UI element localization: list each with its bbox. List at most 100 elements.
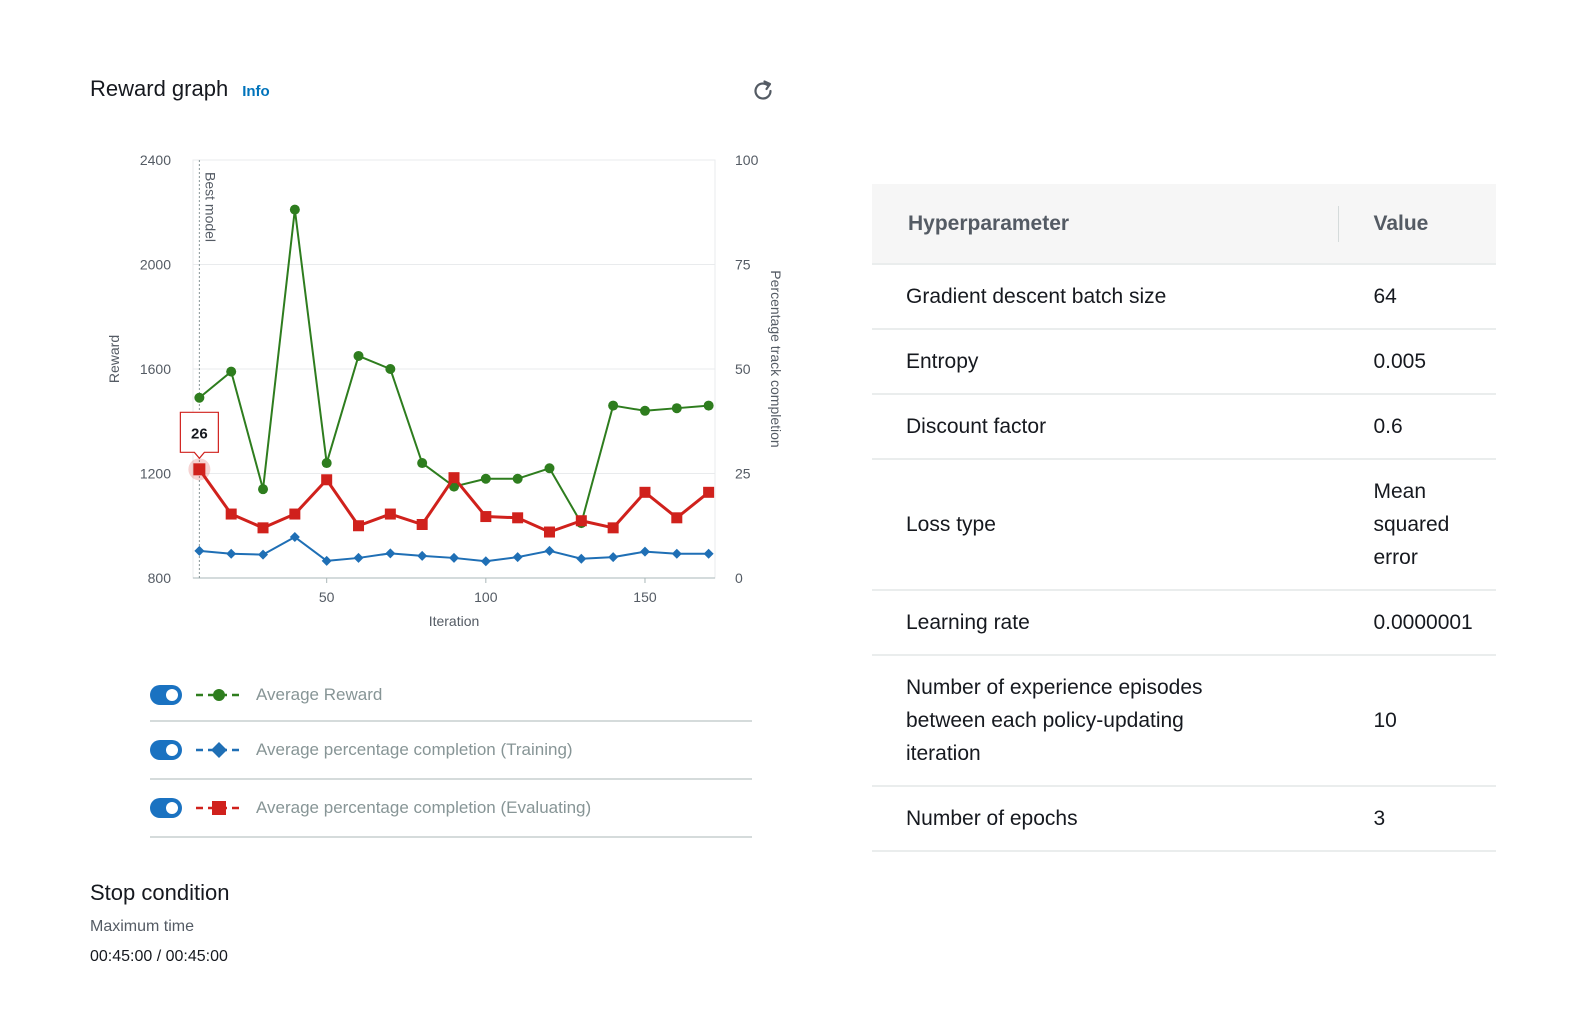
panel-title: Reward graph [90, 76, 229, 101]
data-point [544, 545, 555, 556]
legend-swatch-square [196, 801, 242, 815]
chart-legend: Average Reward Average percentage comple… [150, 670, 752, 838]
data-point [671, 512, 683, 524]
stop-condition-label: Maximum time [90, 918, 195, 935]
data-point [512, 552, 523, 563]
tooltip-text: 26 [191, 425, 208, 442]
data-point [703, 486, 715, 498]
x-axis-label: Iteration [429, 613, 480, 629]
stop-condition-title: Stop condition [90, 880, 230, 905]
data-point [608, 552, 619, 563]
y-tick-label: 800 [148, 570, 172, 586]
hyperparameter-value: 10 [1339, 655, 1496, 787]
data-point [448, 472, 460, 484]
data-point [671, 403, 682, 414]
data-point [639, 486, 651, 498]
table-row: Learning rate 0.0000001 [872, 590, 1496, 656]
y2-tick-label: 0 [735, 570, 743, 586]
data-point [608, 400, 619, 411]
toggle-average-reward[interactable] [150, 685, 182, 705]
data-point [353, 520, 365, 532]
data-point [480, 556, 491, 567]
data-point [417, 458, 428, 469]
data-point [385, 548, 396, 559]
data-point [703, 548, 714, 559]
hyperparameter-value: 0.005 [1339, 329, 1496, 395]
y2-axis-label: Percentage track completion [768, 270, 784, 447]
x-tick-label: 50 [319, 589, 335, 605]
data-point [385, 364, 396, 374]
y-tick-label: 1200 [140, 466, 171, 482]
table-row: Discount factor 0.6 [872, 394, 1496, 460]
stop-condition: Stop condition Maximum time 00:45:00 / 0… [90, 880, 229, 966]
legend-swatch-circle [196, 689, 242, 701]
data-point [607, 522, 619, 534]
y-tick-label: 2400 [140, 152, 171, 168]
toggle-training-completion[interactable] [150, 740, 182, 760]
y2-tick-label: 50 [735, 361, 751, 377]
data-point [416, 518, 428, 530]
hyperparameter-value: 3 [1339, 786, 1496, 852]
hyperparameter-value: 0.6 [1339, 394, 1496, 460]
data-point [194, 545, 205, 556]
data-point [512, 512, 524, 524]
data-point [289, 204, 300, 215]
legend-label: Average Reward [256, 685, 383, 704]
y2-tick-label: 75 [735, 257, 751, 273]
data-point [449, 552, 459, 563]
reward-chart: 800 1200 1600 2000 2400 0 25 50 75 100 50 100 150 Ite… [106, 152, 784, 629]
hyperparameter-value: 64 [1339, 264, 1496, 330]
data-point [417, 550, 428, 561]
hyperparameter-name: Learning rate [872, 590, 1340, 656]
data-point [576, 553, 587, 564]
data-point [321, 474, 333, 486]
data-point [226, 366, 237, 377]
refresh-button[interactable] [750, 78, 776, 104]
table-row: Number of experience episodes between ea… [872, 655, 1496, 787]
column-header-hyperparameter: Hyperparameter [872, 184, 1340, 265]
table-row: Gradient descent batch size 64 [872, 264, 1496, 330]
data-point [639, 546, 650, 557]
data-point [353, 552, 364, 563]
data-point [671, 548, 682, 559]
data-point [289, 508, 301, 520]
y2-tick-label: 100 [735, 152, 759, 168]
data-point [543, 526, 555, 538]
y2-tick-label: 25 [735, 466, 751, 482]
info-link[interactable]: Info [242, 83, 270, 100]
x-tick-label: 100 [474, 589, 498, 605]
table-row: Entropy 0.005 [872, 329, 1496, 395]
data-point [703, 400, 714, 411]
legend-label: Average percentage completion (Training) [256, 740, 573, 759]
legend-swatch-diamond [196, 742, 242, 758]
refresh-icon [754, 80, 772, 100]
data-point [512, 473, 523, 484]
data-point [321, 458, 332, 469]
hyperparameter-name: Gradient descent batch size [872, 264, 1340, 330]
data-point [258, 484, 269, 495]
hyperparameter-name: Entropy [872, 329, 1340, 395]
legend-label: Average percentage completion (Evaluatin… [256, 798, 592, 817]
hyperparameter-value: 0.0000001 [1339, 590, 1496, 656]
y-axis-label: Reward [106, 335, 122, 383]
data-point [257, 522, 269, 534]
toggle-evaluating-completion[interactable] [150, 798, 182, 818]
hyperparameter-name: Discount factor [872, 394, 1340, 460]
table-row: Loss type Mean squared error [872, 459, 1496, 591]
data-point [225, 508, 237, 520]
best-model-label: Best model [202, 172, 218, 242]
data-point [639, 405, 650, 416]
data-point [353, 350, 364, 361]
hyperparameter-name: Number of experience episodes between ea… [872, 655, 1340, 787]
tooltip-point [193, 463, 206, 476]
y-tick-label: 2000 [140, 257, 171, 273]
data-point [384, 508, 396, 520]
hyperparameter-name: Number of epochs [872, 786, 1340, 852]
y-tick-label: 1600 [140, 361, 171, 377]
hyperparameter-name: Loss type [872, 459, 1340, 591]
x-tick-label: 150 [633, 589, 657, 605]
data-point [480, 473, 491, 484]
data-point [544, 463, 555, 474]
table-row: Number of epochs 3 [872, 786, 1496, 852]
hyperparameter-value: Mean squared error [1339, 459, 1496, 591]
